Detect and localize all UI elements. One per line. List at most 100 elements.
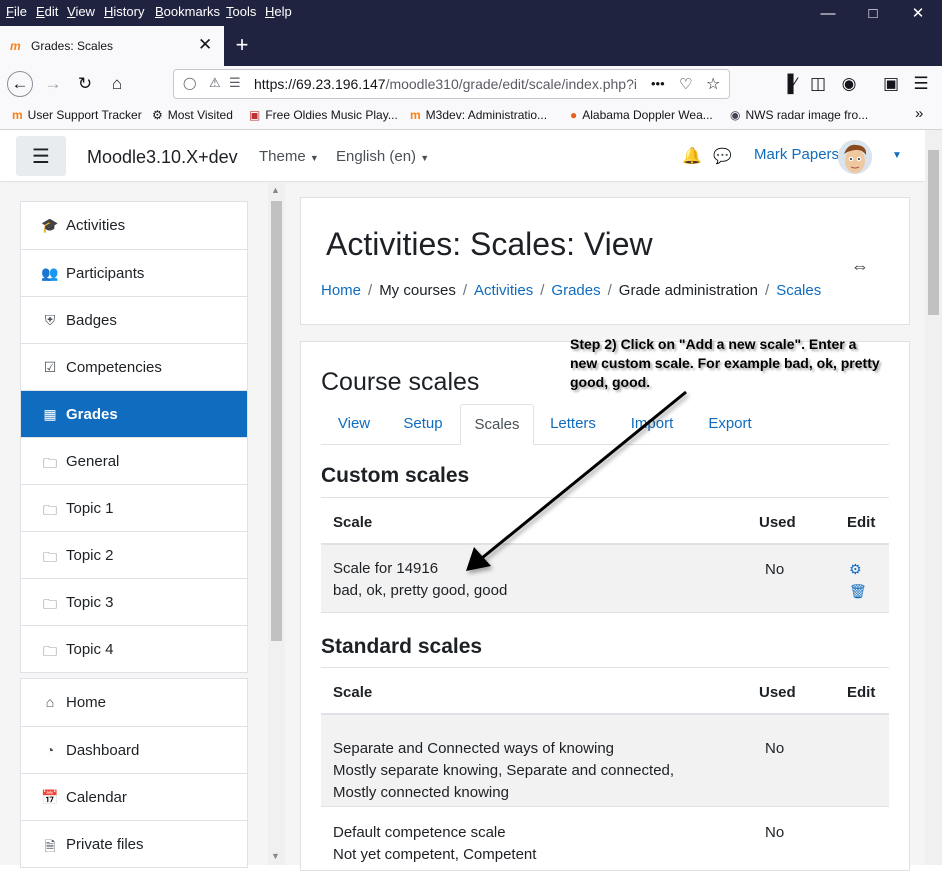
drawer-item-grades[interactable]: ▦ Grades — [21, 390, 247, 437]
tab-letters[interactable]: Letters — [540, 404, 606, 445]
menu-bar: File Edit View History Bookmarks Tools H… — [0, 0, 942, 26]
bookmark-label: Most Visited — [167, 108, 233, 122]
scale-used: No — [765, 824, 785, 841]
menu-file[interactable]: File — [6, 4, 27, 19]
scroll-down-icon[interactable]: ▼ — [271, 851, 280, 861]
drawer-item-label: Participants — [66, 265, 145, 282]
table-row: Separate and Connected ways of knowing M… — [321, 715, 889, 807]
edit-gear-icon[interactable]: ⚙ — [849, 558, 862, 580]
drawer-item-activities[interactable]: 🎓 Activities — [21, 202, 247, 249]
main-region: Course scales View Setup Scales Letters … — [300, 341, 910, 871]
moodle-favicon-icon: m — [410, 108, 421, 122]
new-tab-button[interactable]: + — [230, 31, 254, 59]
drawer-item-topic-1[interactable]: 🗀 Topic 1 — [21, 484, 247, 531]
home-icon[interactable]: ⌂ — [104, 71, 130, 97]
reload-icon[interactable]: ↻ — [72, 71, 98, 97]
scale-items: Not yet competent, Competent — [333, 846, 537, 863]
bookmarks-overflow-icon[interactable]: » — [915, 105, 923, 122]
breadcrumb-activities[interactable]: Activities — [474, 282, 533, 299]
drawer-scrollbar-thumb[interactable] — [271, 201, 282, 641]
menu-history[interactable]: History — [104, 4, 144, 19]
drawer-item-general[interactable]: 🗀 General — [21, 437, 247, 484]
notifications-bell-icon[interactable]: 🔔 — [682, 146, 702, 166]
sidebar-icon[interactable]: ◫ — [805, 71, 831, 97]
avatar[interactable] — [838, 140, 872, 174]
tab-close-icon[interactable]: ✕ — [198, 35, 212, 55]
bookmark-item[interactable]: m M3dev: Administratio... — [410, 108, 547, 122]
app-menu-icon[interactable]: ☰ — [908, 71, 934, 97]
menu-view[interactable]: View — [67, 4, 95, 19]
bookmark-item[interactable]: ▣ Free Oldies Music Play... — [249, 108, 398, 122]
nav-toolbar: ← → ↻ ⌂ ◯ ⚠ ☰ https://69.23.196.147/mood… — [0, 66, 942, 102]
drawer-item-label: Dashboard — [66, 742, 140, 759]
theme-menu[interactable]: Theme ▼ — [259, 148, 319, 165]
checkbox-icon: ☑ — [43, 359, 57, 375]
url-bar[interactable]: ◯ ⚠ ☰ https://69.23.196.147/moodle310/gr… — [173, 69, 730, 99]
user-caret-down-icon[interactable]: ▼ — [892, 150, 902, 161]
drawer-item-label: Calendar — [66, 789, 127, 806]
library-icon[interactable]: ▐⁄ — [776, 71, 802, 97]
bookmark-item[interactable]: m User Support Tracker — [12, 108, 142, 122]
tab-setup[interactable]: Setup — [391, 404, 455, 445]
back-icon[interactable]: ← — [7, 71, 33, 97]
drawer-item-topic-4[interactable]: 🗀 Topic 4 — [21, 625, 247, 672]
drawer-item-home[interactable]: ⌂ Home — [21, 679, 247, 726]
drawer-item-label: Home — [66, 694, 107, 711]
breadcrumb-scales[interactable]: Scales — [776, 282, 821, 299]
drawer-item-calendar[interactable]: 📅 Calendar — [21, 773, 247, 820]
breadcrumb-home[interactable]: Home — [321, 282, 361, 299]
site-brand[interactable]: Moodle3.10.X+dev — [87, 147, 238, 168]
tracking-shield-icon[interactable]: ◯ — [183, 76, 196, 90]
scroll-up-icon[interactable]: ▲ — [271, 185, 280, 195]
bookmark-item[interactable]: ⚙ Most Visited — [152, 108, 233, 122]
extensions-icon[interactable]: ▣ — [878, 71, 904, 97]
page-scrollbar-thumb[interactable] — [928, 150, 939, 315]
page-title: Activities: Scales: View — [326, 226, 653, 262]
menu-help[interactable]: Help — [265, 4, 292, 19]
drawer-item-label: Topic 1 — [66, 500, 114, 517]
delete-trash-icon[interactable]: 🗑 — [849, 580, 867, 602]
table-row: Default competence scale Not yet compete… — [321, 807, 889, 877]
pocket-icon[interactable]: ♡ — [679, 75, 692, 93]
permissions-icon[interactable]: ☰ — [229, 75, 241, 91]
drawer-item-participants[interactable]: 👥 Participants — [21, 249, 247, 296]
drawer-item-topic-2[interactable]: 🗀 Topic 2 — [21, 531, 247, 578]
bookmark-item[interactable]: ◉ NWS radar image fro... — [730, 108, 868, 122]
site-nav-group: ⌂ Home ◔ Dashboard 📅 Calendar 🗎 Private file… — [20, 678, 248, 868]
nav-drawer: 🎓 Activities 👥 Participants ⛨ Badges ☑ Compe… — [20, 201, 248, 868]
bookmark-label: NWS radar image fro... — [745, 108, 869, 122]
menu-edit[interactable]: Edit — [36, 4, 58, 19]
standard-scales-table: Scale Used Edit Separate and Connected w… — [321, 667, 889, 877]
insecure-lock-icon[interactable]: ⚠ — [209, 75, 221, 91]
drawer-item-private-files[interactable]: 🗎 Private files — [21, 820, 247, 867]
minimize-icon[interactable]: — — [806, 0, 850, 26]
menu-tools[interactable]: Tools — [226, 4, 256, 19]
tab-export[interactable]: Export — [700, 404, 760, 445]
menu-bookmarks[interactable]: Bookmarks — [155, 4, 220, 19]
breadcrumb-grade-administration: Grade administration — [618, 282, 759, 299]
browser-tab[interactable]: m Grades: Scales ✕ — [0, 26, 224, 66]
forward-icon[interactable]: → — [40, 71, 66, 97]
language-menu[interactable]: English (en) ▼ — [336, 148, 429, 165]
hamburger-icon: ☰ — [32, 145, 50, 168]
messages-icon[interactable]: 💬 — [713, 147, 732, 165]
tab-scales[interactable]: Scales — [460, 404, 534, 445]
page-actions-icon[interactable]: ••• — [651, 76, 665, 91]
bookmark-item[interactable]: ● Alabama Doppler Wea... — [570, 108, 713, 122]
drawer-toggle-button[interactable]: ☰ — [16, 136, 66, 176]
tab-view[interactable]: View — [321, 404, 387, 445]
scale-items: bad, ok, pretty good, good — [333, 582, 508, 599]
drawer-item-badges[interactable]: ⛨ Badges — [21, 296, 247, 343]
drawer-item-dashboard[interactable]: ◔ Dashboard — [21, 726, 247, 773]
drawer-item-topic-3[interactable]: 🗀 Topic 3 — [21, 578, 247, 625]
account-icon[interactable]: ◉ — [836, 71, 862, 97]
url-path: /moodle310/grade/edit/scale/index.php?i — [385, 76, 637, 92]
tab-import[interactable]: Import — [620, 404, 684, 445]
maximize-icon[interactable]: □ — [851, 0, 895, 26]
breadcrumb-grades[interactable]: Grades — [551, 282, 600, 299]
moodle-navbar: ☰ Moodle3.10.X+dev Theme ▼ English (en) … — [0, 130, 925, 182]
drawer-item-competencies[interactable]: ☑ Competencies — [21, 343, 247, 390]
bookmark-star-icon[interactable]: ☆ — [706, 74, 720, 94]
close-window-icon[interactable]: ✕ — [896, 0, 940, 26]
user-menu[interactable]: Mark Papers — [754, 146, 839, 163]
